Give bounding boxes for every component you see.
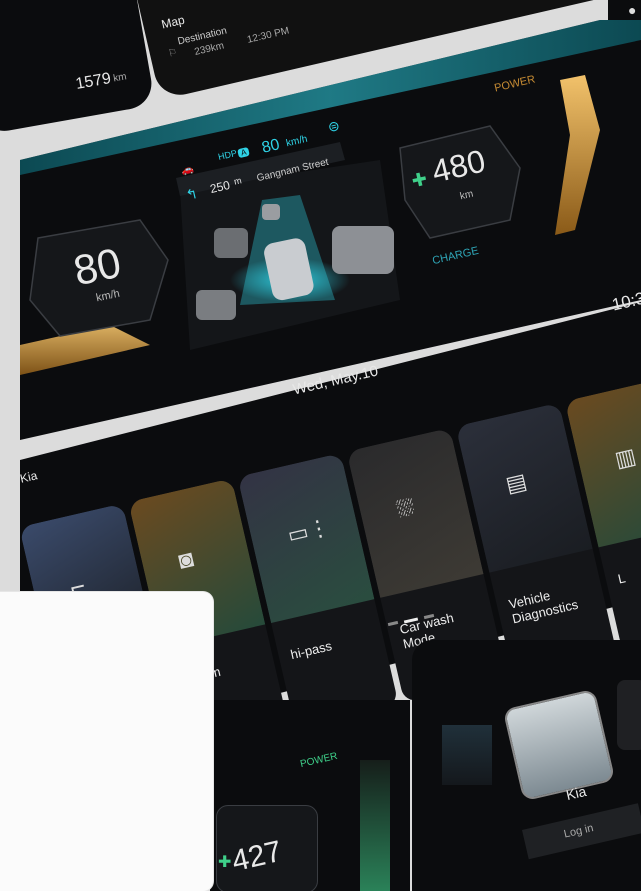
blank-white-card	[0, 592, 213, 891]
profile-next-card	[617, 680, 641, 750]
bottom-charge-icon: ✚	[218, 854, 232, 871]
profile-avatar[interactable]	[502, 688, 616, 802]
power-bar	[360, 760, 390, 891]
card-label: hi-pass	[289, 638, 334, 663]
mockup-stage: 1579 km Map Destination ⚐ 239km 12:30 PM…	[0, 0, 641, 891]
profile-name: Kia	[564, 782, 588, 804]
card-label: L	[616, 570, 627, 587]
profile-side-card	[442, 725, 492, 785]
bottom-power-label: POWER	[299, 750, 339, 771]
login-label: Log in	[562, 822, 595, 841]
bottom-cluster-panel: POWER ✚ 427	[210, 700, 410, 891]
card-label: Vehicle Diagnostics	[507, 587, 580, 627]
profile-panel: Kia Log in	[412, 640, 641, 891]
login-button[interactable]: Log in	[522, 803, 641, 860]
